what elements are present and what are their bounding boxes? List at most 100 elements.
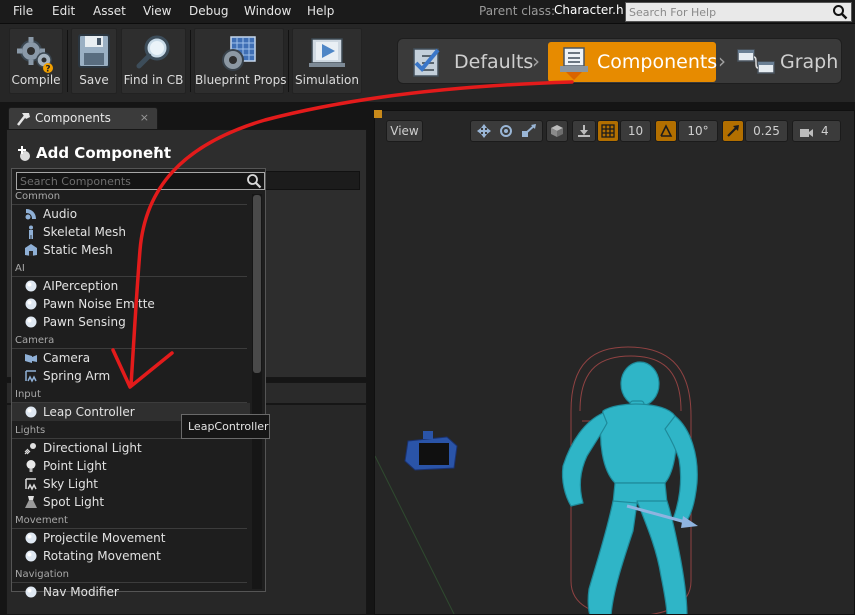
simulation-play-icon — [307, 33, 347, 76]
audio-icon — [24, 207, 38, 221]
category-navigation: Navigation — [12, 569, 247, 583]
breadcrumb-chevron-icon: › — [532, 49, 540, 73]
menu-help[interactable]: Help — [307, 4, 334, 18]
mode-components[interactable]: Components — [548, 42, 718, 85]
add-component-label: Add Component — [36, 144, 171, 162]
blueprint-props-icon — [219, 33, 259, 76]
viewport[interactable]: View 10 10° 0.25 4 — [374, 110, 855, 615]
point-light-icon — [24, 459, 38, 473]
breadcrumb-chevron-icon: › — [718, 49, 726, 73]
toolbar-separator — [190, 30, 191, 92]
component-skeletal-mesh[interactable]: Skeletal Mesh — [12, 223, 250, 241]
component-label: Pawn Sensing — [43, 315, 126, 329]
component-search-input[interactable] — [17, 173, 245, 189]
component-pawn-sensing[interactable]: Pawn Sensing — [12, 313, 250, 331]
component-list: Common Audio Skeletal Mesh Static Mesh A… — [12, 191, 250, 601]
magnifier-icon — [135, 33, 173, 74]
mode-components-label: Components — [597, 51, 718, 73]
component-pawn-noise-emitter[interactable]: Pawn Noise Emitte — [12, 295, 250, 313]
component-audio[interactable]: Audio — [12, 205, 250, 223]
compile-button[interactable]: ? Compile — [9, 28, 63, 94]
defaults-checklist-icon — [408, 46, 446, 83]
components-icon — [556, 44, 592, 85]
simulation-label: Simulation — [295, 73, 359, 87]
mode-graph-label: Graph — [780, 51, 839, 73]
component-label: Leap Controller — [43, 405, 135, 419]
component-directional-light[interactable]: Directional Light — [12, 439, 250, 457]
mode-graph[interactable]: Graph — [734, 42, 838, 82]
skeletal-mesh-icon — [24, 225, 38, 239]
simulation-button[interactable]: Simulation — [292, 28, 362, 94]
help-search-box — [625, 2, 852, 22]
toolbar: ? Compile Save Find in CB Blueprint Prop… — [0, 24, 855, 102]
component-spot-light[interactable]: Spot Light — [12, 493, 250, 511]
dropdown-scrollbar[interactable] — [252, 194, 262, 589]
parent-class-label: Parent class: — [479, 4, 556, 18]
component-label: Static Mesh — [43, 243, 113, 257]
viewport-scene — [375, 346, 698, 614]
save-disk-icon — [77, 33, 111, 72]
menu-view[interactable]: View — [143, 4, 171, 18]
component-sky-light[interactable]: Sky Light — [12, 475, 250, 493]
hammer-icon — [15, 111, 31, 130]
static-mesh-icon — [24, 243, 38, 257]
component-label: Sky Light — [43, 477, 99, 491]
chevron-down-icon: ▾ — [154, 144, 160, 155]
component-label: Spot Light — [43, 495, 105, 509]
search-icon[interactable] — [246, 173, 262, 192]
component-label: Point Light — [43, 459, 107, 473]
component-point-light[interactable]: Point Light — [12, 457, 250, 475]
blueprint-props-button[interactable]: Blueprint Props — [194, 28, 287, 94]
category-common: Common — [12, 191, 247, 205]
component-label: Projectile Movement — [43, 531, 166, 545]
category-input: Input — [12, 389, 247, 403]
component-camera[interactable]: Camera — [12, 349, 250, 367]
search-icon[interactable] — [832, 4, 848, 23]
blueprint-props-label: Blueprint Props — [195, 73, 287, 87]
component-projectile-movement[interactable]: Projectile Movement — [12, 529, 250, 547]
sphere-icon — [24, 585, 38, 599]
menu-file[interactable]: File — [13, 4, 33, 18]
category-ai: AI — [12, 263, 247, 277]
component-rotating-movement[interactable]: Rotating Movement — [12, 547, 250, 565]
component-spring-arm[interactable]: Spring Arm — [12, 367, 250, 385]
blueprint-mode-switcher: Defaults › Components › Graph — [397, 38, 842, 84]
components-tree-header — [265, 171, 360, 190]
scrollbar-thumb[interactable] — [253, 195, 261, 373]
menu-window[interactable]: Window — [244, 4, 291, 18]
component-ai-perception[interactable]: AIPerception — [12, 277, 250, 295]
save-label: Save — [79, 73, 109, 87]
component-label: Nav Modifier — [43, 585, 119, 599]
menu-bar: File Edit Asset View Debug Window Help P… — [0, 0, 855, 24]
sphere-icon — [24, 549, 38, 563]
component-label: Pawn Noise Emitte — [43, 297, 155, 311]
component-nav-modifier[interactable]: Nav Modifier — [12, 583, 250, 601]
menu-asset[interactable]: Asset — [93, 4, 126, 18]
compile-gears-icon: ? — [16, 33, 56, 76]
menu-edit[interactable]: Edit — [52, 4, 75, 18]
help-search-input[interactable] — [626, 3, 831, 21]
component-label: Spring Arm — [43, 369, 111, 383]
component-static-mesh[interactable]: Static Mesh — [12, 241, 250, 259]
mode-defaults-label: Defaults — [454, 51, 534, 73]
scene-camera-icon — [404, 431, 458, 471]
component-label: Skeletal Mesh — [43, 225, 127, 239]
find-in-cb-button[interactable]: Find in CB — [121, 28, 186, 94]
sky-light-icon — [24, 477, 38, 491]
svg-text:?: ? — [45, 65, 50, 74]
toolbar-separator — [288, 30, 289, 92]
sphere-icon — [24, 405, 38, 419]
tab-components-label: Components — [35, 111, 111, 125]
camera-icon — [24, 351, 38, 365]
save-button[interactable]: Save — [71, 28, 117, 94]
tab-components[interactable]: Components × — [8, 107, 158, 129]
graph-icon — [736, 48, 776, 81]
sphere-icon — [24, 279, 38, 293]
mode-defaults[interactable]: Defaults — [404, 42, 534, 83]
parent-class-value[interactable]: Character.h — [554, 3, 624, 17]
category-camera: Camera — [12, 335, 247, 349]
close-icon[interactable]: × — [140, 111, 149, 124]
find-in-cb-label: Find in CB — [123, 73, 184, 87]
menu-debug[interactable]: Debug — [189, 4, 228, 18]
component-label: AIPerception — [43, 279, 119, 293]
